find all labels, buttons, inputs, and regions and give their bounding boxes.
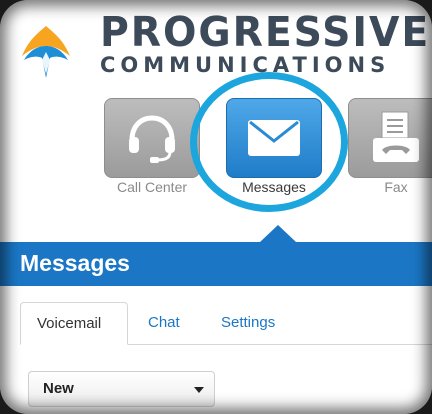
headset-icon xyxy=(129,115,175,163)
progressive-logo-icon xyxy=(22,26,70,78)
filter-selected-value: New xyxy=(43,380,74,397)
chevron-down-icon xyxy=(194,387,204,393)
app-tile-messages[interactable]: Messages xyxy=(226,98,322,195)
fax-label: Fax xyxy=(384,179,408,195)
message-tabs: Voicemail Chat Settings xyxy=(20,302,432,345)
tab-voicemail[interactable]: Voicemail xyxy=(20,302,128,345)
app-window: PROGRESSIVE COMMUNICATIONS Call Center M… xyxy=(0,0,432,414)
brand-logotype: PROGRESSIVE COMMUNICATIONS xyxy=(100,8,432,77)
section-title: Messages xyxy=(20,250,130,276)
tab-chat[interactable]: Chat xyxy=(148,302,180,344)
brand-tagline: COMMUNICATIONS xyxy=(100,53,391,77)
messages-tile[interactable] xyxy=(226,98,322,178)
fax-tile[interactable] xyxy=(348,98,432,178)
section-header: Messages xyxy=(0,242,432,286)
message-filter-select[interactable]: New xyxy=(28,371,215,407)
messages-label: Messages xyxy=(242,179,306,195)
brand-name: PROGRESSIVE xyxy=(100,8,431,56)
envelope-icon xyxy=(248,120,300,156)
call-center-tile[interactable] xyxy=(104,98,200,178)
selected-app-pointer xyxy=(260,225,296,242)
app-tile-call-center[interactable]: Call Center xyxy=(104,98,200,195)
app-tile-fax[interactable]: Fax xyxy=(348,98,432,195)
fax-icon xyxy=(373,111,419,162)
tab-settings[interactable]: Settings xyxy=(221,302,275,344)
call-center-label: Call Center xyxy=(116,179,188,195)
